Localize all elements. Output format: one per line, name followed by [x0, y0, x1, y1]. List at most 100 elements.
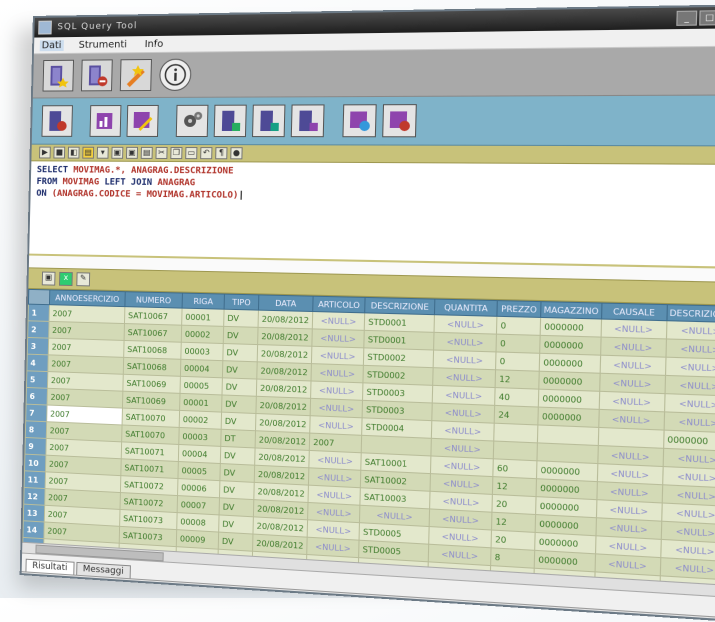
- table-cell[interactable]: DT: [220, 429, 256, 448]
- table-cell[interactable]: <NULL>: [433, 350, 497, 370]
- column-header[interactable]: ARTICOLO: [312, 296, 366, 313]
- table-cell[interactable]: 0000000: [540, 317, 602, 338]
- save-as-icon[interactable]: ▣: [125, 146, 139, 159]
- table-cell[interactable]: DV: [223, 326, 259, 345]
- table-cell[interactable]: 00005: [180, 376, 223, 395]
- row-number[interactable]: 8: [25, 420, 47, 439]
- table-cell[interactable]: 0000000: [538, 389, 600, 410]
- table-cell[interactable]: SAT10068: [123, 357, 181, 377]
- table-cell[interactable]: <NULL>: [310, 380, 364, 401]
- table-cell[interactable]: 20/08/2012: [257, 327, 313, 347]
- row-number[interactable]: 6: [26, 387, 48, 406]
- table-cell[interactable]: [493, 423, 538, 443]
- table-cell[interactable]: DV: [223, 309, 259, 328]
- table-cell[interactable]: 12: [495, 369, 540, 390]
- tools-button[interactable]: [119, 58, 152, 92]
- table-cell[interactable]: <NULL>: [600, 318, 667, 339]
- table-cell[interactable]: 00001: [179, 393, 222, 413]
- edit-button[interactable]: [126, 104, 159, 137]
- delete-query-button[interactable]: [80, 59, 113, 92]
- table-cell[interactable]: DV: [221, 412, 256, 431]
- sql-editor[interactable]: SELECT MOVIMAG.*, ANAGRAG.DESCRIZIONE FR…: [29, 161, 715, 269]
- menu-info[interactable]: Info: [143, 38, 166, 49]
- column-header[interactable]: PREZZO: [497, 300, 542, 318]
- table-cell[interactable]: STD0001: [364, 312, 435, 333]
- row-number[interactable]: 10: [24, 454, 46, 472]
- table-cell[interactable]: STD0002: [363, 347, 434, 368]
- table-cell[interactable]: DV: [219, 497, 254, 517]
- table-cell[interactable]: DV: [221, 394, 257, 414]
- settings-button[interactable]: [175, 104, 209, 138]
- table-cell[interactable]: DV: [220, 446, 256, 466]
- add-column-button[interactable]: [213, 104, 247, 138]
- row-number[interactable]: 4: [26, 354, 49, 372]
- excel-export-icon[interactable]: x: [58, 271, 73, 287]
- format-icon[interactable]: ¶: [215, 147, 228, 160]
- table-cell[interactable]: <NULL>: [310, 398, 363, 418]
- table-cell[interactable]: 00003: [180, 342, 224, 361]
- table-cell[interactable]: 00003: [178, 427, 222, 447]
- table-cell[interactable]: 0000000: [538, 371, 600, 392]
- export-button[interactable]: [342, 104, 377, 138]
- copy-column-button[interactable]: [252, 104, 286, 138]
- table-cell[interactable]: STD0001: [363, 330, 435, 351]
- table-cell[interactable]: <NULL>: [665, 338, 715, 360]
- table-cell[interactable]: 00001: [181, 308, 225, 327]
- table-cell[interactable]: <NULL>: [599, 355, 666, 376]
- table-cell[interactable]: [493, 440, 538, 461]
- chart-button[interactable]: [89, 105, 122, 137]
- table-cell[interactable]: 00005: [177, 461, 221, 481]
- row-number[interactable]: 13: [23, 504, 45, 522]
- menu-dati[interactable]: Dati: [39, 39, 64, 51]
- table-cell[interactable]: <NULL>: [311, 346, 364, 366]
- table-cell[interactable]: <NULL>: [311, 328, 365, 348]
- row-number[interactable]: 12: [23, 487, 46, 506]
- table-cell[interactable]: <NULL>: [434, 314, 498, 335]
- table-cell[interactable]: <NULL>: [433, 332, 497, 352]
- table-cell[interactable]: 20/08/2012: [255, 396, 311, 416]
- results-grid[interactable]: ANNOESERCIZIO NUMERO RIGA TIPO DATA ARTI…: [22, 288, 715, 586]
- menu-strumenti[interactable]: Strumenti: [77, 39, 129, 51]
- table-cell[interactable]: <NULL>: [312, 311, 365, 331]
- row-number[interactable]: 5: [26, 370, 48, 389]
- move-column-button[interactable]: [290, 104, 325, 138]
- column-header[interactable]: QUANTITA: [434, 299, 498, 317]
- copy-icon[interactable]: ❐: [170, 146, 183, 160]
- table-cell[interactable]: 2007: [49, 304, 125, 324]
- table-cell[interactable]: 20/08/2012: [256, 379, 312, 399]
- table-cell[interactable]: SAT10067: [124, 306, 183, 326]
- table-cell[interactable]: 40: [494, 387, 539, 408]
- table-cell[interactable]: SAT10067: [124, 323, 182, 343]
- run-icon[interactable]: ▶: [39, 146, 51, 159]
- row-number[interactable]: 1: [28, 304, 50, 322]
- new-query-button[interactable]: [42, 59, 74, 92]
- table-cell[interactable]: DV: [219, 480, 255, 500]
- column-header[interactable]: DESCRIZIONE: [364, 297, 435, 315]
- table-cell[interactable]: 00002: [181, 325, 224, 344]
- table-cell[interactable]: DV: [221, 377, 257, 397]
- open-icon[interactable]: ◧: [67, 146, 80, 159]
- stop-icon[interactable]: ■: [53, 146, 66, 159]
- table-cell[interactable]: DV: [219, 463, 255, 483]
- minimize-button[interactable]: _: [676, 10, 698, 26]
- cut-icon[interactable]: ✂: [155, 146, 168, 159]
- column-header[interactable]: DATA: [258, 294, 314, 312]
- table-cell[interactable]: <NULL>: [666, 320, 715, 341]
- table-cell[interactable]: <NULL>: [309, 415, 363, 436]
- dropdown-icon[interactable]: ▾: [96, 146, 109, 159]
- table-cell[interactable]: 20/08/2012: [257, 344, 312, 364]
- row-number[interactable]: 7: [25, 404, 48, 422]
- table-cell[interactable]: DV: [218, 532, 253, 552]
- table-cell[interactable]: <NULL>: [600, 337, 667, 358]
- table-cell[interactable]: 00002: [179, 410, 222, 430]
- row-number[interactable]: 2: [27, 320, 50, 339]
- column-header[interactable]: CAUSALE: [601, 303, 667, 321]
- column-header[interactable]: NUMERO: [124, 291, 183, 309]
- folder-icon[interactable]: ▤: [82, 146, 95, 159]
- table-cell[interactable]: DV: [222, 343, 258, 362]
- table-cell[interactable]: 0: [496, 316, 541, 336]
- table-cell[interactable]: 12: [492, 476, 537, 497]
- save-icon[interactable]: ▣: [111, 146, 124, 159]
- table-cell[interactable]: 60: [492, 458, 538, 479]
- table-cell[interactable]: <NULL>: [432, 367, 496, 388]
